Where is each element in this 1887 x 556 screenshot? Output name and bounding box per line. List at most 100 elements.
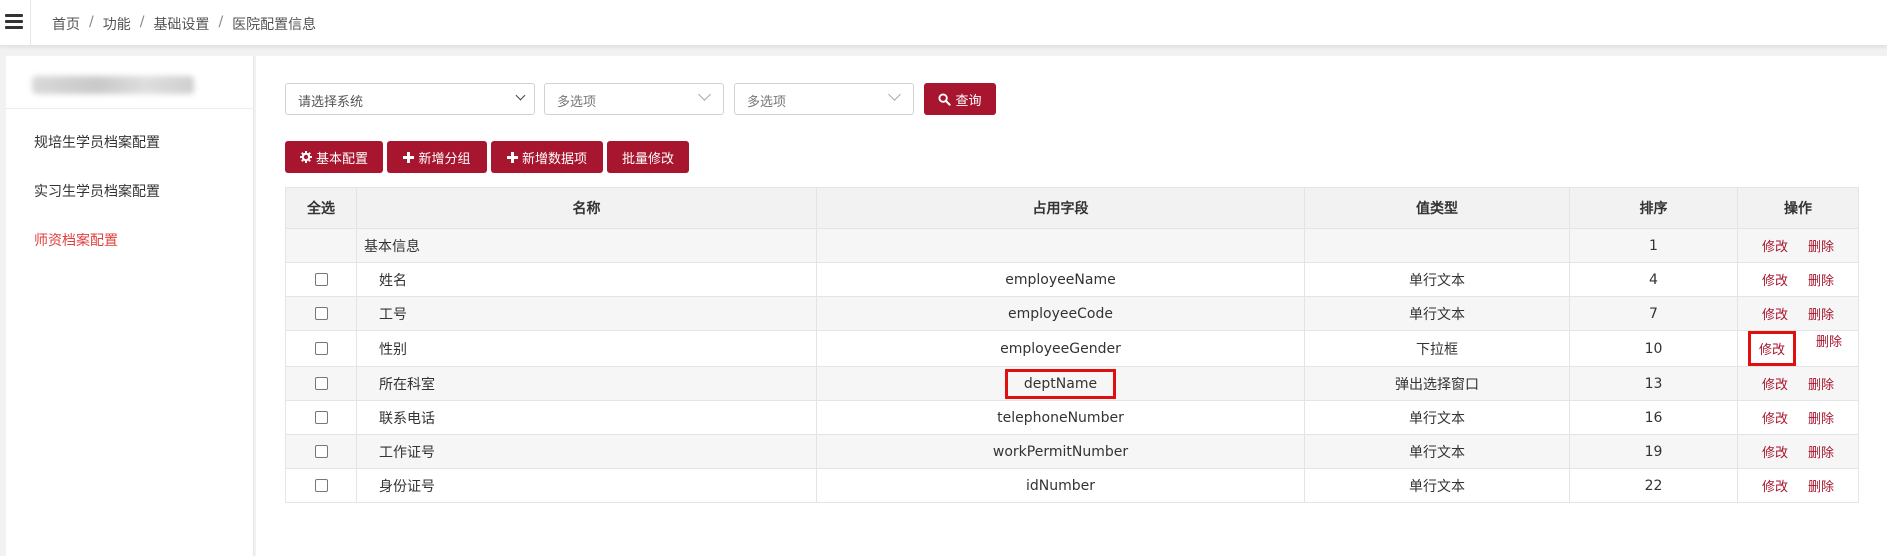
delete-link[interactable]: 删除: [1808, 270, 1834, 289]
row-order: 7: [1569, 296, 1738, 331]
main-content: 请选择系统 多选项 多选项 查询 基本配置 新增分组 新增数据项 批量修改 全选: [256, 56, 1887, 556]
row-type: 单行文本: [1304, 434, 1570, 469]
row-actions: 修改 删除: [1737, 262, 1859, 297]
plus-icon: [506, 151, 518, 163]
delete-link[interactable]: 删除: [1808, 408, 1834, 427]
row-actions: 修改 删除: [1737, 434, 1859, 469]
query-button-label: 查询: [955, 93, 982, 109]
row-field-highlighted: deptName: [1004, 368, 1117, 399]
delete-link[interactable]: 删除: [1808, 304, 1834, 323]
edit-link[interactable]: 修改: [1762, 304, 1788, 323]
divider: [30, 0, 31, 46]
row-name: 联系电话: [356, 400, 817, 435]
edit-link[interactable]: 修改: [1762, 476, 1788, 495]
header-value-type: 值类型: [1304, 187, 1570, 229]
row-order: 1: [1569, 228, 1738, 263]
basic-config-label: 基本配置: [315, 151, 368, 167]
delete-link[interactable]: 删除: [1808, 442, 1834, 461]
multi-select-2[interactable]: 多选项: [734, 83, 914, 115]
edit-link[interactable]: 修改: [1762, 374, 1788, 393]
breadcrumb-basic-settings[interactable]: 基础设置: [153, 14, 209, 34]
delete-link[interactable]: 删除: [1808, 236, 1834, 255]
row-order: 22: [1569, 468, 1738, 503]
system-select[interactable]: 请选择系统: [285, 83, 535, 115]
chevron-down-icon: [888, 88, 901, 101]
batch-edit-label: 批量修改: [621, 151, 674, 167]
row-checkbox[interactable]: [314, 445, 328, 458]
breadcrumb-separator: /: [139, 14, 145, 30]
table-row: 联系电话 telephoneNumber 单行文本 16 修改 删除: [285, 400, 1859, 435]
add-group-label: 新增分组: [418, 151, 471, 167]
edit-link-highlighted[interactable]: 修改: [1747, 331, 1796, 366]
gear-icon: [299, 151, 312, 163]
edit-link[interactable]: 修改: [1762, 442, 1788, 461]
breadcrumb-function[interactable]: 功能: [103, 14, 131, 34]
row-checkbox[interactable]: [314, 411, 328, 424]
edit-link[interactable]: 修改: [1762, 236, 1788, 255]
add-data-item-label: 新增数据项: [521, 151, 587, 167]
sidebar-item-intern-archive[interactable]: 实习生学员档案配置: [34, 181, 160, 201]
menu-toggle-icon[interactable]: [5, 14, 23, 30]
add-group-button[interactable]: 新增分组: [387, 141, 487, 173]
row-checkbox[interactable]: [314, 273, 328, 286]
sidebar: 规培生学员档案配置 实习生学员档案配置 师资档案配置: [6, 56, 254, 556]
row-checkbox[interactable]: [314, 342, 328, 355]
basic-config-button[interactable]: 基本配置: [285, 141, 383, 173]
row-order: 4: [1569, 262, 1738, 297]
plus-icon: [403, 151, 415, 163]
row-field: telephoneNumber: [816, 400, 1305, 435]
row-checkbox[interactable]: [314, 307, 328, 320]
row-name: 工号: [356, 296, 817, 331]
row-checkbox-cell: [285, 434, 357, 469]
row-actions: 修改 删除: [1737, 400, 1859, 435]
row-field: idNumber: [816, 468, 1305, 503]
table-header-row: 全选 名称 占用字段 值类型 排序 操作: [285, 187, 1859, 229]
row-checkbox-cell: [285, 296, 357, 331]
add-data-item-button[interactable]: 新增数据项: [491, 141, 603, 173]
sidebar-item-trainee-archive[interactable]: 规培生学员档案配置: [34, 132, 160, 152]
row-type: 下拉框: [1304, 330, 1570, 367]
row-checkbox[interactable]: [314, 377, 328, 390]
table-row-group: 基本信息 1 修改 删除: [285, 228, 1859, 263]
row-type: 单行文本: [1304, 468, 1570, 503]
query-button[interactable]: 查询: [924, 83, 996, 115]
sidebar-item-teacher-archive[interactable]: 师资档案配置: [34, 230, 118, 250]
table-row: 姓名 employeeName 单行文本 4 修改 删除: [285, 262, 1859, 297]
edit-link[interactable]: 修改: [1762, 270, 1788, 289]
row-type: 弹出选择窗口: [1304, 366, 1570, 401]
row-actions: 修改 删除: [1737, 296, 1859, 331]
row-name: 工作证号: [356, 434, 817, 469]
search-icon: [938, 92, 952, 106]
row-type: [1304, 228, 1570, 263]
chevron-down-icon: [698, 88, 711, 101]
header-select-all[interactable]: 全选: [285, 187, 357, 229]
row-field: workPermitNumber: [816, 434, 1305, 469]
delete-link[interactable]: 删除: [1808, 374, 1834, 393]
row-actions: 修改 删除: [1737, 228, 1859, 263]
chevron-down-icon: [515, 90, 526, 101]
row-name: 基本信息: [356, 228, 817, 263]
row-field: deptName: [816, 366, 1305, 401]
row-name: 身份证号: [356, 468, 817, 503]
row-order: 19: [1569, 434, 1738, 469]
row-type: 单行文本: [1304, 400, 1570, 435]
row-checkbox-cell: [285, 400, 357, 435]
system-select-value: 请选择系统: [298, 95, 364, 110]
row-field: employeeCode: [816, 296, 1305, 331]
multi-select-1-placeholder: 多选项: [557, 95, 597, 110]
table-row: 工作证号 workPermitNumber 单行文本 19 修改 删除: [285, 434, 1859, 469]
row-field: [816, 228, 1305, 263]
header-order: 排序: [1569, 187, 1738, 229]
delete-link[interactable]: 删除: [1816, 331, 1842, 366]
table-row: 身份证号 idNumber 单行文本 22 修改 删除: [285, 468, 1859, 503]
top-bar: 首页 / 功能 / 基础设置 / 医院配置信息: [0, 0, 1887, 46]
batch-edit-button[interactable]: 批量修改: [607, 141, 689, 173]
delete-link[interactable]: 删除: [1808, 476, 1834, 495]
row-actions: 修改 删除: [1737, 468, 1859, 503]
edit-link[interactable]: 修改: [1762, 408, 1788, 427]
row-checkbox-cell: [285, 468, 357, 503]
row-checkbox[interactable]: [314, 479, 328, 492]
breadcrumb-home[interactable]: 首页: [52, 14, 80, 34]
multi-select-1[interactable]: 多选项: [544, 83, 724, 115]
header-field: 占用字段: [816, 187, 1305, 229]
